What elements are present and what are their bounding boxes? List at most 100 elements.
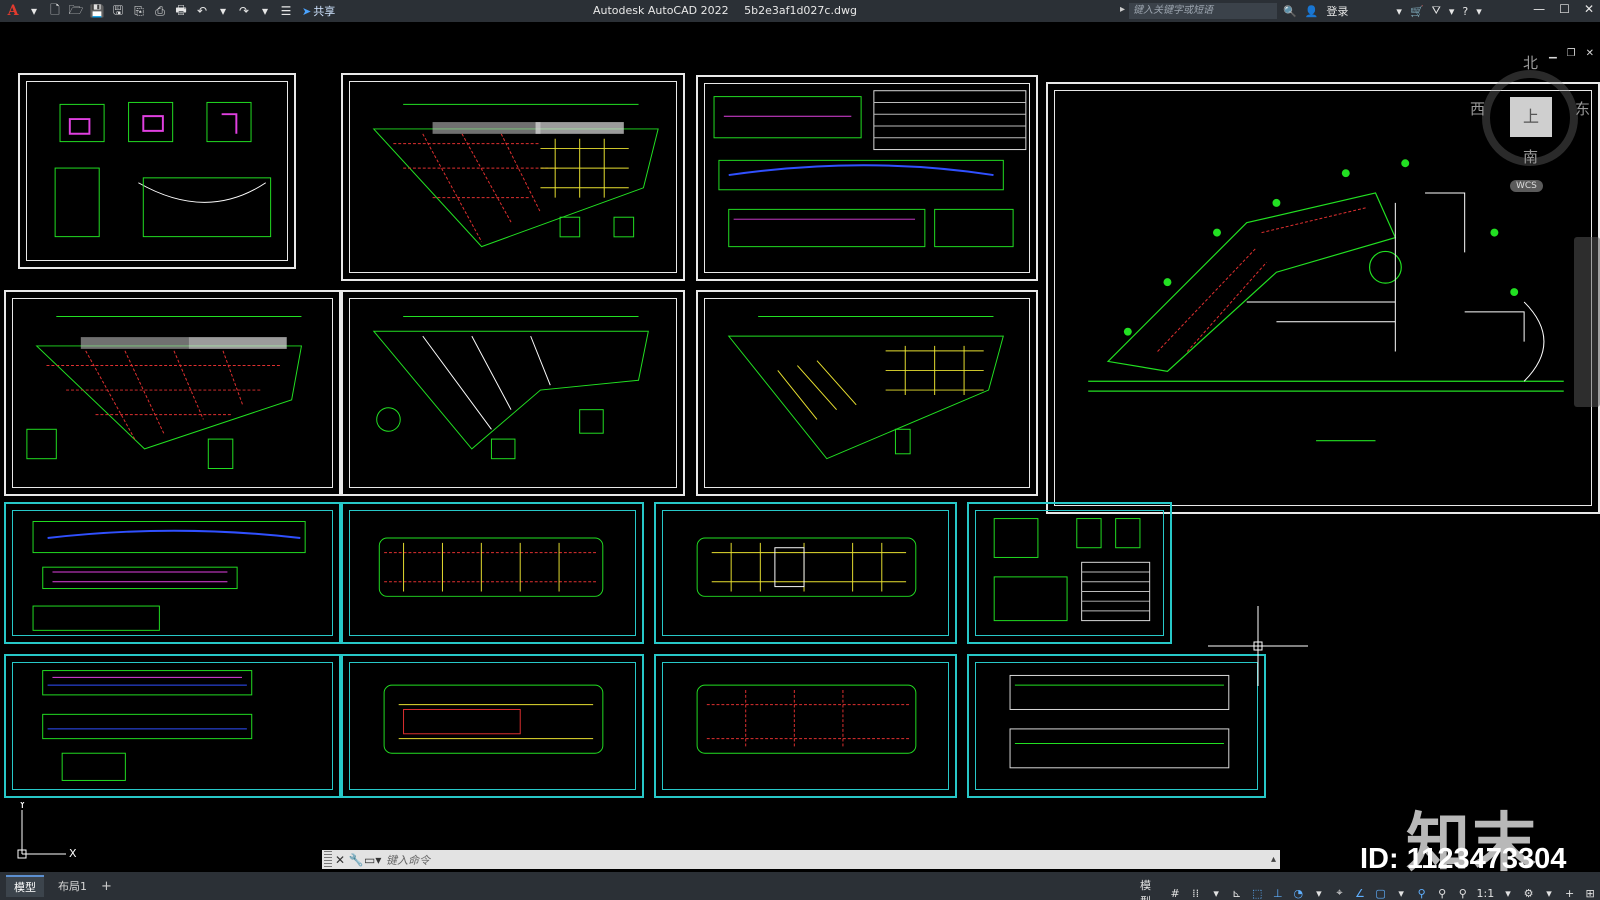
- app-title: Autodesk AutoCAD 2022: [593, 4, 729, 17]
- close-icon[interactable]: ✕: [1584, 2, 1594, 16]
- window-controls: — ☐ ✕: [1533, 2, 1594, 16]
- viewcube[interactable]: 上 北 南 东 西 WCS: [1460, 52, 1600, 202]
- redo-icon[interactable]: ↷: [235, 2, 253, 20]
- plot-icon[interactable]: 🖶: [172, 2, 190, 20]
- add-layout-icon[interactable]: +: [101, 879, 112, 894]
- drawing-sheet-unit-plan-2[interactable]: [654, 502, 957, 644]
- crosshair-cursor: [1208, 606, 1308, 686]
- sheet-unit-plan: [378, 537, 604, 597]
- sheet-elevations: [713, 90, 1027, 248]
- open-folder-icon[interactable]: 🗁: [67, 2, 85, 20]
- close-command-line-icon[interactable]: ✕: [332, 853, 348, 867]
- snap-dropdown-icon[interactable]: ▾: [1209, 885, 1223, 900]
- ucs-y-label: Y: [18, 802, 26, 811]
- save-web-icon[interactable]: ⎙: [151, 2, 169, 20]
- polar-dropdown-icon[interactable]: ▾: [1312, 885, 1326, 900]
- viewcube-top-face[interactable]: 上: [1510, 97, 1552, 137]
- compass-north[interactable]: 北: [1523, 52, 1538, 73]
- drawing-sheet-unit-plan-3[interactable]: [341, 654, 644, 798]
- save-as-icon[interactable]: 🖫: [109, 2, 127, 20]
- user-icon[interactable]: 👤: [1305, 5, 1319, 18]
- drawing-sheet-floor-plan-1[interactable]: [341, 73, 685, 281]
- sheet-roof-plan: [372, 316, 649, 460]
- expand-history-icon[interactable]: ▴: [1271, 854, 1276, 865]
- login-button[interactable]: 登录: [1326, 3, 1348, 19]
- model-space-button[interactable]: 模型: [1140, 877, 1161, 900]
- auto-scale-icon[interactable]: ⚲: [1435, 885, 1449, 900]
- scale-dropdown-icon[interactable]: ▾: [1501, 885, 1515, 900]
- application-menu-button[interactable]: A: [4, 2, 22, 20]
- drawing-sheet-sections[interactable]: [967, 502, 1172, 644]
- drawing-sheet-elevations-1[interactable]: [696, 75, 1038, 281]
- isodraft-icon[interactable]: ⌖: [1333, 885, 1347, 900]
- annotation-scale-value[interactable]: 1:1: [1477, 887, 1495, 900]
- units-icon[interactable]: ⊞: [1583, 885, 1597, 900]
- search-icon[interactable]: 🔍: [1283, 5, 1297, 18]
- annotation-scale-icon[interactable]: ⚲: [1456, 885, 1470, 900]
- drawing-sheet-floor-plan-3[interactable]: [696, 290, 1038, 496]
- a360-icon[interactable]: ⛛: [1432, 4, 1441, 18]
- drawing-sheet-unit-plan-1[interactable]: [341, 502, 644, 644]
- polar-tracking-icon[interactable]: ◔: [1292, 885, 1306, 900]
- dropdown-icon[interactable]: ▾: [25, 2, 43, 20]
- sheet-detail-drawings: [54, 101, 272, 238]
- help-icon[interactable]: ?: [1462, 5, 1468, 18]
- drawing-sheet-unit-plan-4[interactable]: [654, 654, 957, 798]
- object-snap-icon[interactable]: ▢: [1374, 885, 1388, 900]
- sheet-floor-plan: [372, 103, 659, 248]
- drawing-sheet-details[interactable]: [18, 73, 296, 269]
- autodesk-app-store-icon[interactable]: 🛒: [1410, 5, 1424, 18]
- grid-icon[interactable]: #: [1168, 885, 1182, 900]
- help-dropdown-icon[interactable]: ▾: [1476, 5, 1482, 18]
- drawing-sheet-roof-plan[interactable]: [341, 290, 685, 496]
- customize-qat-icon[interactable]: ☰: [277, 2, 295, 20]
- wcs-menu[interactable]: WCS: [1510, 180, 1543, 192]
- infer-constraints-icon[interactable]: ⊾: [1230, 885, 1244, 900]
- compass-west[interactable]: 西: [1470, 98, 1485, 119]
- object-snap-tracking-icon[interactable]: ∠: [1353, 885, 1367, 900]
- command-input[interactable]: 键入命令: [386, 852, 430, 868]
- snap-icon[interactable]: ⁞⁞: [1189, 885, 1203, 900]
- ortho-icon[interactable]: ⊥: [1271, 885, 1285, 900]
- drawing-sheet-elevations-3[interactable]: [4, 654, 341, 798]
- redo-dropdown-icon[interactable]: ▾: [256, 2, 274, 20]
- drawing-canvas[interactable]: ▁ ❐ ✕ 上 北 南 东 西 WCS Y X 知末: [0, 22, 1600, 872]
- new-file-icon[interactable]: 🗋: [46, 2, 64, 20]
- title-bar-right-tools: 🔍 👤 登录 ▾ 🛒 ⛛ ▾ ? ▾: [1283, 3, 1482, 19]
- workspace-gear-icon[interactable]: ⚙: [1522, 885, 1536, 900]
- annotation-visibility-icon[interactable]: ⚲: [1415, 885, 1429, 900]
- dynamic-input-icon[interactable]: ⬚: [1250, 885, 1264, 900]
- command-line-grip[interactable]: [324, 851, 332, 868]
- save-icon[interactable]: 💾: [88, 2, 106, 20]
- sheet-unit-plan: [383, 684, 604, 754]
- title-bar: A ▾ 🗋 🗁 💾 🖫 ⎘ ⎙ 🖶 ↶ ▾ ↷ ▾ ☰ ➤ 共享 Autodes…: [0, 0, 1600, 22]
- share-label: 共享: [313, 5, 336, 18]
- customize-icon[interactable]: 🔧: [348, 853, 364, 867]
- sheet-sections: [993, 518, 1151, 622]
- drawing-sheet-floor-plan-2[interactable]: [4, 290, 341, 496]
- compass-south[interactable]: 南: [1523, 146, 1538, 167]
- maximize-icon[interactable]: ☐: [1559, 2, 1570, 16]
- workspace-dropdown-icon[interactable]: ▾: [1542, 885, 1556, 900]
- status-bar: 模型 布局1 + 模型 # ⁞⁞ ▾ ⊾ ⬚ ⊥ ◔ ▾ ⌖ ∠ ▢ ▾ ⚲ ⚲…: [0, 872, 1600, 900]
- drawing-sheet-elevations-2[interactable]: [4, 502, 341, 644]
- osnap-dropdown-icon[interactable]: ▾: [1394, 885, 1408, 900]
- undo-icon[interactable]: ↶: [193, 2, 211, 20]
- open-web-icon[interactable]: ⎘: [130, 2, 148, 20]
- a360-dropdown-icon[interactable]: ▾: [1449, 5, 1455, 18]
- login-dropdown-icon[interactable]: ▾: [1396, 5, 1402, 18]
- compass-east[interactable]: 东: [1575, 98, 1590, 119]
- recent-commands-icon[interactable]: ▭▾: [364, 853, 381, 867]
- navigation-bar[interactable]: [1574, 237, 1600, 407]
- search-expand-icon[interactable]: ▸: [1120, 4, 1125, 15]
- file-name: 5b2e3af1d027c.dwg: [744, 4, 857, 17]
- annotation-monitor-icon[interactable]: +: [1563, 885, 1577, 900]
- tab-layout1[interactable]: 布局1: [50, 876, 95, 896]
- sheet-unit-plan: [696, 684, 917, 754]
- undo-dropdown-icon[interactable]: ▾: [214, 2, 232, 20]
- minimize-icon[interactable]: —: [1533, 2, 1545, 16]
- search-input[interactable]: 键入关键字或短语: [1129, 3, 1277, 19]
- share-button[interactable]: ➤ 共享: [302, 3, 335, 19]
- tab-model[interactable]: 模型: [6, 875, 44, 897]
- share-icon: ➤: [302, 4, 312, 18]
